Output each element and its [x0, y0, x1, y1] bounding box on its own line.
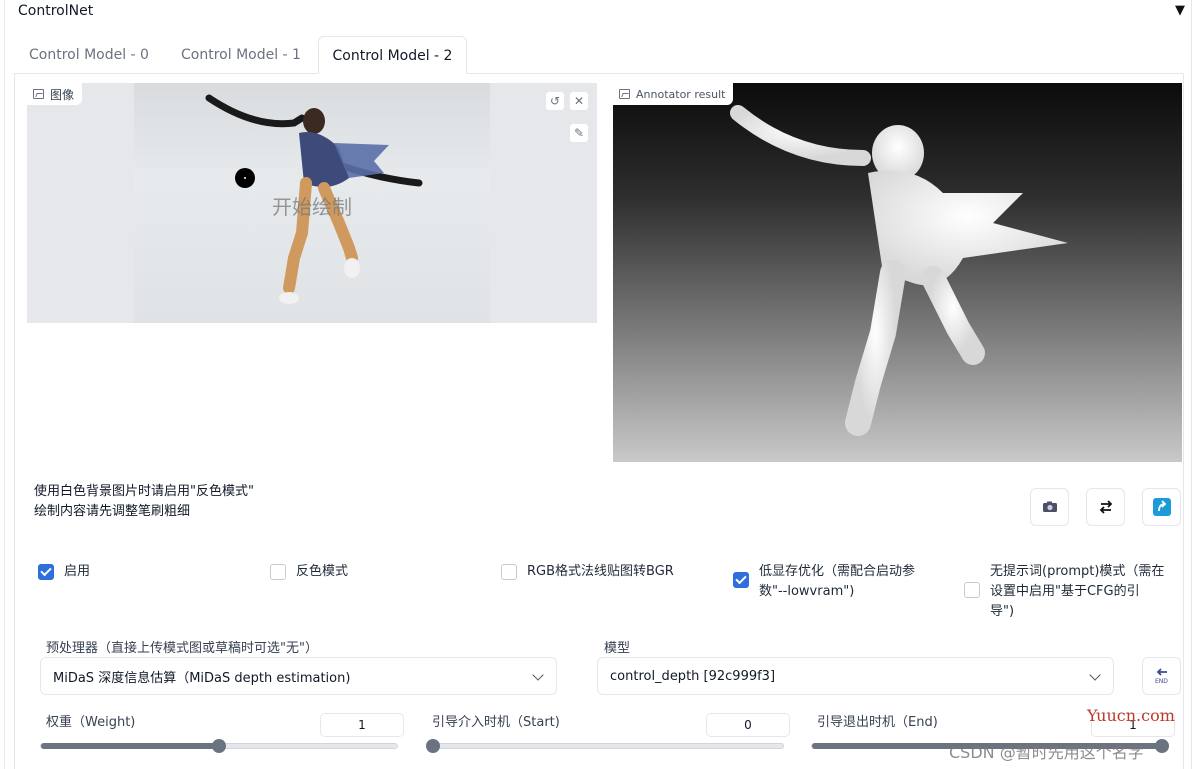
lowvram-label-line2: 数"--lowvram")	[759, 584, 855, 599]
start-slider-thumb[interactable]	[426, 739, 440, 753]
start-label: 引导介入时机（Start)	[432, 715, 560, 730]
input-image-label: 图像	[27, 83, 83, 105]
preprocessor-select[interactable]: MiDaS 深度信息估算（MiDaS depth estimation)	[40, 657, 557, 695]
input-image-label-text: 图像	[50, 87, 75, 102]
end-label: 引导退出时机（End)	[817, 715, 938, 730]
weight-slider[interactable]	[40, 739, 398, 753]
enable-checkbox[interactable]: 启用	[38, 562, 90, 582]
lowvram-checkbox-box[interactable]	[733, 572, 749, 588]
draw-hint: 开始绘制	[272, 195, 352, 219]
collapse-arrow-icon[interactable]: ▼	[1175, 3, 1185, 18]
camera-button[interactable]	[1030, 488, 1069, 526]
hint-brush: 绘制内容请先调整笔刷粗细	[34, 504, 191, 519]
svg-text:END: END	[1155, 678, 1168, 685]
swap-button[interactable]	[1086, 488, 1125, 526]
guess-mode-label-line2: 设置中启用"基于CFG的引	[990, 584, 1140, 599]
model-value: control_depth [92c999f3]	[610, 668, 776, 684]
weight-input[interactable]: 1	[320, 713, 404, 737]
end-button[interactable]: END	[1142, 657, 1181, 695]
brush-cursor	[235, 168, 255, 188]
enable-checkbox-label: 启用	[64, 564, 91, 579]
hint-invert: 使用白色背景图片时请启用"反色模式"	[34, 484, 254, 499]
invert-checkbox-label: 反色模式	[296, 564, 349, 579]
weight-slider-fill	[41, 743, 219, 749]
annotator-result-image: Annotator result	[613, 83, 1182, 462]
depth-map-figure	[730, 105, 1068, 436]
rgb-bgr-checkbox[interactable]: RGB格式法线贴图转BGR	[501, 562, 674, 582]
tab-control-model-1[interactable]: Control Model - 1	[164, 36, 318, 74]
start-slider[interactable]	[426, 739, 784, 753]
annotator-result-label: Annotator result	[613, 83, 734, 105]
image-icon	[33, 89, 44, 99]
tab-control-model-0[interactable]: Control Model - 0	[14, 36, 164, 74]
weight-slider-thumb[interactable]	[212, 739, 226, 753]
preprocessor-label: 预处理器（直接上传模式图或草稿时可选"无"）	[46, 641, 318, 656]
invert-checkbox-box[interactable]	[270, 564, 286, 580]
tab-control-model-2[interactable]: Control Model - 2	[318, 36, 467, 74]
brush-icon[interactable]: ✎	[569, 123, 589, 143]
end-slider-thumb[interactable]	[1155, 739, 1169, 753]
guess-mode-label-line3: 导")	[990, 604, 1015, 619]
lowvram-label-line1: 低显存优化（需配合启动参	[759, 564, 916, 579]
site-watermark: Yuucn.com	[1087, 706, 1175, 725]
input-image-canvas[interactable]: 图像 开始绘制 ↺ ✕ ✎	[27, 83, 597, 323]
skater-photo: 开始绘制	[134, 83, 490, 323]
start-input[interactable]: 0	[706, 713, 790, 737]
rgb-bgr-checkbox-label: RGB格式法线贴图转BGR	[527, 564, 674, 579]
lowvram-checkbox[interactable]: 低显存优化（需配合启动参 数"--lowvram")	[733, 562, 915, 602]
enable-checkbox-box[interactable]	[38, 564, 54, 580]
guess-mode-checkbox-box[interactable]	[964, 582, 980, 598]
guess-mode-label-line1: 无提示词(prompt)模式（需在	[990, 564, 1165, 579]
guess-mode-checkbox-label: 无提示词(prompt)模式（需在 设置中启用"基于CFG的引 导")	[990, 562, 1164, 622]
send-icon	[1152, 498, 1171, 516]
camera-icon	[1042, 501, 1057, 512]
lowvram-checkbox-label: 低显存优化（需配合启动参 数"--lowvram")	[759, 562, 915, 602]
panel-title[interactable]: ControlNet	[18, 3, 93, 19]
undo-icon[interactable]: ↺	[545, 91, 565, 111]
invert-checkbox[interactable]: 反色模式	[270, 562, 348, 582]
end-icon: END	[1155, 668, 1168, 685]
model-select[interactable]: control_depth [92c999f3]	[597, 657, 1114, 695]
weight-label: 权重（Weight)	[46, 715, 136, 730]
author-watermark: CSDN @暂时先用这个名字	[949, 743, 1144, 762]
send-button[interactable]	[1142, 488, 1181, 526]
close-icon[interactable]: ✕	[569, 91, 589, 111]
preprocessor-value: MiDaS 深度信息估算（MiDaS depth estimation)	[53, 670, 351, 686]
swap-icon	[1099, 500, 1112, 514]
image-icon	[619, 89, 630, 99]
chevron-down-icon	[532, 669, 544, 681]
chevron-down-icon	[1089, 669, 1101, 681]
model-label: 模型	[604, 641, 631, 656]
rgb-bgr-checkbox-box[interactable]	[501, 564, 517, 580]
guess-mode-checkbox[interactable]: 无提示词(prompt)模式（需在 设置中启用"基于CFG的引 导")	[964, 562, 1164, 622]
annotator-result-label-text: Annotator result	[636, 87, 726, 101]
